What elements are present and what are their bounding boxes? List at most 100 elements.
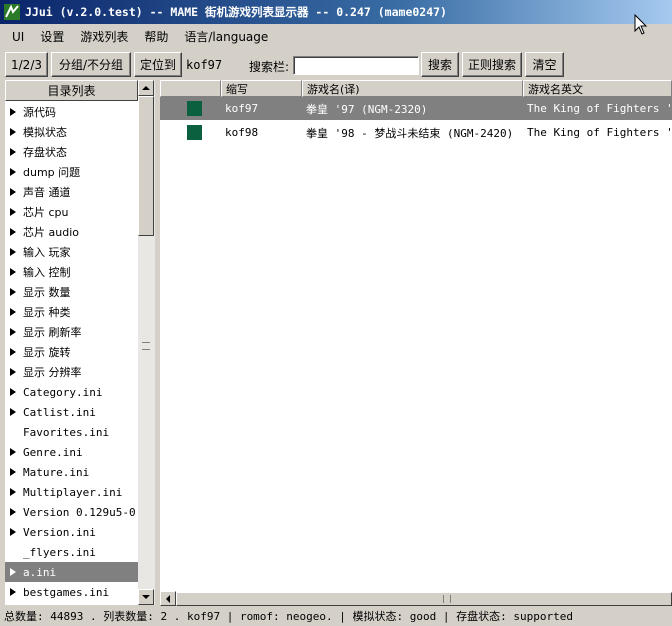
column-header-name-en[interactable]: 游戏名英文: [523, 80, 672, 97]
tree-item-label: 存盘状态: [23, 146, 67, 159]
tree-item[interactable]: bestgames.ini: [5, 582, 138, 602]
list-h-scroll-thumb[interactable]: [176, 592, 672, 606]
search-input[interactable]: [293, 56, 419, 75]
tree-scrollbar[interactable]: [138, 80, 155, 605]
tree-item[interactable]: 显示 种类: [5, 302, 138, 322]
tree-item[interactable]: dump 问题: [5, 162, 138, 182]
expand-arrow-icon[interactable]: [10, 508, 16, 516]
regex-search-button[interactable]: 正则搜索: [462, 52, 522, 77]
app-icon: [4, 4, 20, 20]
tree-item[interactable]: Multiplayer.ini: [5, 482, 138, 502]
table-row[interactable]: kof98 拳皇 '98 - 梦战斗未结束 (NGM-2420) The King …: [160, 121, 672, 144]
tree-item-label: 显示 旋转: [23, 346, 71, 359]
scroll-down-button[interactable]: [138, 589, 154, 605]
expand-arrow-icon[interactable]: [10, 128, 16, 136]
locate-button[interactable]: 定位到: [134, 52, 182, 77]
tree-item-label: Category.ini: [23, 385, 103, 399]
group-toggle-button[interactable]: 分组/不分组: [51, 52, 131, 77]
cell-short: kof97: [225, 102, 259, 115]
scroll-up-button[interactable]: [138, 80, 154, 96]
game-status-icon: [187, 125, 202, 140]
tree-item[interactable]: Version 0.129u5-0.2: [5, 502, 138, 522]
page-indicator-button[interactable]: 1/2/3: [5, 52, 48, 77]
menu-language[interactable]: 语言/language: [176, 27, 276, 47]
column-header-icon[interactable]: [160, 80, 221, 97]
cell-name-cn: 拳皇 '98 - 梦战斗未结束 (NGM-2420): [306, 126, 514, 140]
expand-arrow-icon[interactable]: [10, 468, 16, 476]
tree-scroll-thumb[interactable]: [138, 96, 154, 236]
cell-name-cn: 拳皇 '97 (NGM-2320): [306, 102, 428, 116]
menu-game-list[interactable]: 游戏列表: [72, 27, 136, 47]
menu-help[interactable]: 帮助: [136, 27, 176, 47]
tree-item-label: dump 问题: [23, 166, 81, 179]
tree-item[interactable]: 显示 刷新率: [5, 322, 138, 342]
tree-header[interactable]: 目录列表: [5, 80, 138, 101]
tree-item[interactable]: Mature.ini: [5, 462, 138, 482]
expand-arrow-icon[interactable]: [10, 288, 16, 296]
tree-item[interactable]: 声音 通道: [5, 182, 138, 202]
column-header-name-cn[interactable]: 游戏名(译): [302, 80, 523, 97]
column-header-short[interactable]: 缩写: [221, 80, 302, 97]
tree-item[interactable]: 芯片 cpu: [5, 202, 138, 222]
expand-arrow-icon[interactable]: [10, 208, 16, 216]
tree-item-label: 显示 分辨率: [23, 366, 82, 379]
search-button[interactable]: 搜索: [421, 52, 459, 77]
tree-item-label: 声音 通道: [23, 186, 71, 199]
expand-arrow-icon[interactable]: [10, 348, 16, 356]
tree-item-label: Catlist.ini: [23, 405, 96, 419]
expand-arrow-icon[interactable]: [10, 228, 16, 236]
expand-arrow-icon[interactable]: [10, 248, 16, 256]
tree-item-label: 显示 种类: [23, 306, 71, 319]
tree-item-label: bestgames.ini: [23, 585, 110, 599]
expand-arrow-icon[interactable]: [10, 368, 16, 376]
expand-arrow-icon[interactable]: [10, 588, 16, 596]
menu-ui[interactable]: UI: [4, 27, 32, 47]
tree-item-label: 芯片 cpu: [23, 206, 69, 219]
tree-item[interactable]: Catlist.ini: [5, 402, 138, 422]
tree-item[interactable]: 显示 旋转: [5, 342, 138, 362]
tree-item[interactable]: 存盘状态: [5, 142, 138, 162]
tree-item-label: Genre.ini: [23, 445, 83, 459]
clear-button[interactable]: 清空: [525, 52, 564, 77]
table-row[interactable]: kof97 拳皇 '97 (NGM-2320) The King of Fighte…: [160, 97, 672, 120]
tree-item-label: _flyers.ini: [23, 545, 96, 559]
directory-tree[interactable]: 目录列表 源代码 模拟状态存盘状态 dump 问题 声音 通道芯片 cpu 芯片 aud…: [5, 80, 138, 605]
expand-arrow-icon[interactable]: [10, 108, 16, 116]
list-h-scrollbar[interactable]: [160, 591, 672, 606]
tree-item[interactable]: _flyers.ini: [5, 542, 138, 562]
game-status-icon: [187, 101, 202, 116]
expand-arrow-icon[interactable]: [10, 528, 16, 536]
expand-arrow-icon[interactable]: [10, 188, 16, 196]
search-label: 搜索栏:: [249, 60, 290, 74]
tree-item[interactable]: 源代码: [5, 102, 138, 122]
tree-item[interactable]: 输入 玩家: [5, 242, 138, 262]
game-list[interactable]: 缩写 游戏名(译) 游戏名英文 kof97 拳皇 '97 (NGM-2320) Th…: [160, 80, 672, 592]
scroll-left-button[interactable]: [160, 591, 176, 606]
tree-item-label: 输入 玩家: [23, 246, 71, 259]
tree-item[interactable]: 显示 数量: [5, 282, 138, 302]
expand-arrow-icon[interactable]: [10, 408, 16, 416]
expand-arrow-icon[interactable]: [10, 168, 16, 176]
tree-item[interactable]: Favorites.ini: [5, 422, 138, 442]
window-title: JJui (v.2.0.test) -- MAME 街机游戏列表显示器 -- 0…: [25, 5, 447, 19]
expand-arrow-icon[interactable]: [10, 388, 16, 396]
tree-item[interactable]: 显示 分辨率: [5, 362, 138, 382]
expand-arrow-icon[interactable]: [10, 488, 16, 496]
expand-arrow-icon[interactable]: [10, 328, 16, 336]
tree-item[interactable]: Version.ini: [5, 522, 138, 542]
tree-item[interactable]: Category.ini: [5, 382, 138, 402]
expand-arrow-icon[interactable]: [10, 308, 16, 316]
tree-item[interactable]: 芯片 audio: [5, 222, 138, 242]
tree-item[interactable]: a.ini: [5, 562, 138, 582]
menu-settings[interactable]: 设置: [32, 27, 72, 47]
expand-arrow-icon[interactable]: [10, 148, 16, 156]
tree-scroll-track: [138, 236, 154, 498]
tree-item-label: Version.ini: [23, 525, 96, 539]
arrow-left-icon: [166, 594, 170, 603]
tree-item-label: 芯片 audio: [23, 226, 79, 239]
tree-item[interactable]: 输入 控制: [5, 262, 138, 282]
tree-item[interactable]: Genre.ini: [5, 442, 138, 462]
expand-arrow-icon[interactable]: [10, 448, 16, 456]
tree-item[interactable]: 模拟状态: [5, 122, 138, 142]
expand-arrow-icon[interactable]: [10, 268, 16, 276]
